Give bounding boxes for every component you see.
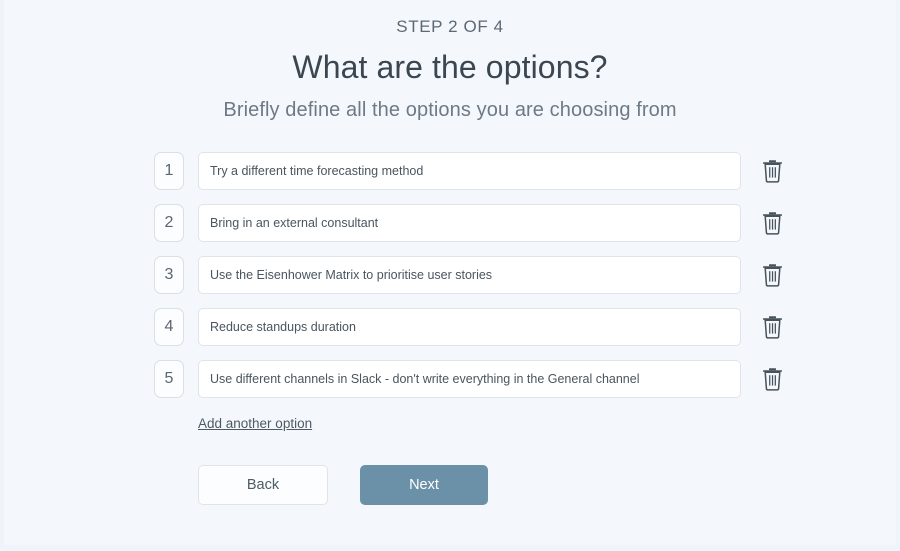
delete-option-button[interactable] — [760, 209, 784, 237]
option-number-badge: 2 — [154, 204, 184, 242]
wizard-content: STEP 2 OF 4 What are the options? Briefl… — [4, 0, 896, 545]
delete-option-button[interactable] — [760, 157, 784, 185]
delete-option-button[interactable] — [760, 313, 784, 341]
back-button[interactable]: Back — [198, 465, 328, 505]
trash-icon — [762, 315, 783, 339]
option-row: 2 — [154, 204, 784, 242]
option-input[interactable] — [198, 256, 741, 294]
footer-actions: Back Next — [198, 465, 488, 505]
next-button[interactable]: Next — [360, 465, 488, 505]
option-number-badge: 1 — [154, 152, 184, 190]
delete-option-button[interactable] — [760, 261, 784, 289]
page-subtitle: Briefly define all the options you are c… — [223, 99, 677, 121]
trash-icon — [762, 263, 783, 287]
trash-icon — [762, 367, 783, 391]
option-number-badge: 5 — [154, 360, 184, 398]
step-indicator: STEP 2 OF 4 — [396, 17, 504, 36]
option-row: 4 — [154, 308, 784, 346]
option-input[interactable] — [198, 308, 741, 346]
option-row: 5 — [154, 360, 784, 398]
options-list: 1 2 — [154, 152, 784, 412]
option-row: 3 — [154, 256, 784, 294]
option-input[interactable] — [198, 152, 741, 190]
page-surface: STEP 2 OF 4 What are the options? Briefl… — [4, 0, 896, 545]
trash-icon — [762, 159, 783, 183]
page-title: What are the options? — [292, 49, 608, 85]
option-number-badge: 4 — [154, 308, 184, 346]
add-another-option-link[interactable]: Add another option — [198, 416, 312, 431]
delete-option-button[interactable] — [760, 365, 784, 393]
trash-icon — [762, 211, 783, 235]
option-row: 1 — [154, 152, 784, 190]
option-input[interactable] — [198, 360, 741, 398]
option-input[interactable] — [198, 204, 741, 242]
option-number-badge: 3 — [154, 256, 184, 294]
